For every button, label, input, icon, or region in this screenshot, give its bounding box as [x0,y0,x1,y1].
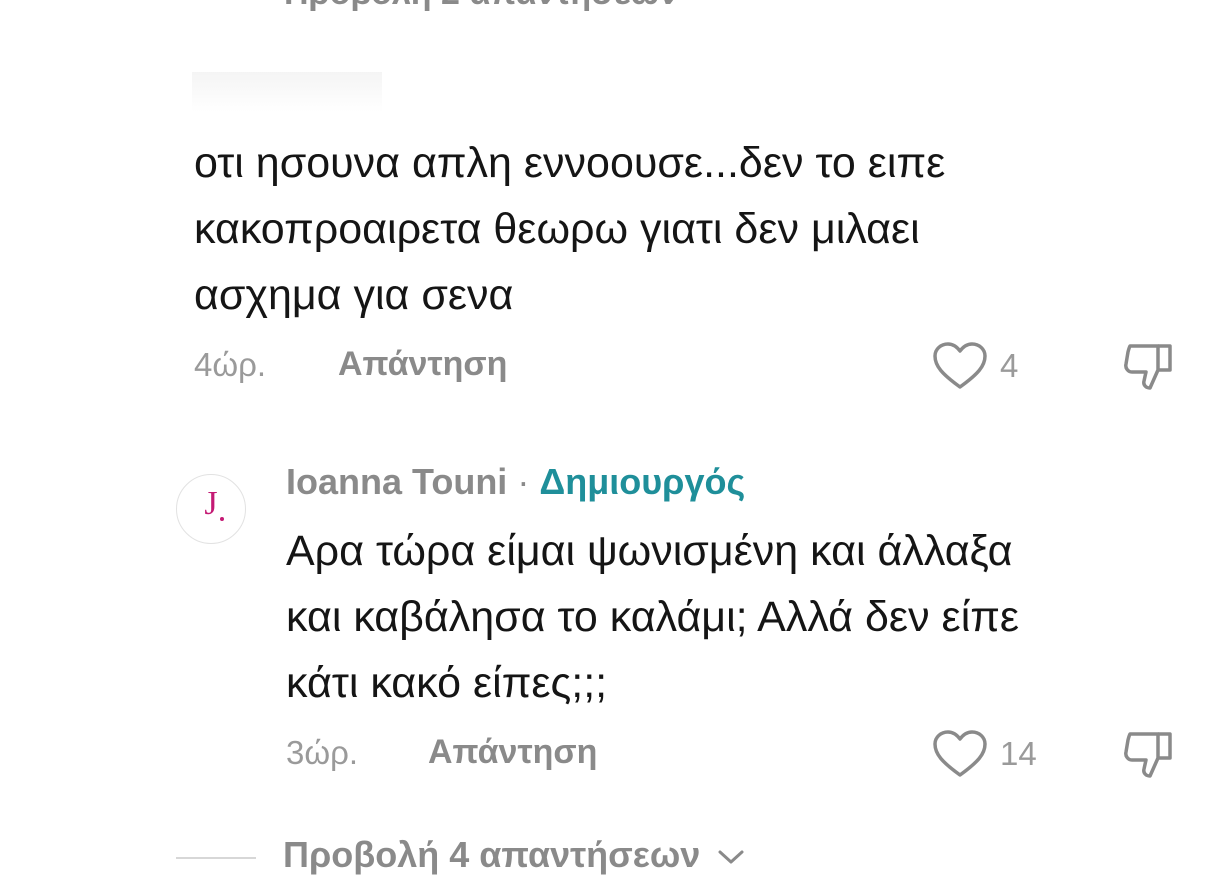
replies-divider [176,857,256,859]
comment-2-line: Αρα τώρα είμαι ψωνισμένη και άλλαξα [286,527,1013,575]
comment-1-reply-button[interactable]: Απάντηση [338,345,507,384]
thumbs-down-icon[interactable] [1122,728,1176,780]
avatar-letter: J [204,485,218,522]
heart-icon[interactable] [932,729,988,779]
thumbs-down-icon[interactable] [1122,340,1176,392]
comment-2-line: και καβάλησα το καλάμι; Αλλά δεν είπε [286,593,1020,641]
author-separator: · [517,461,530,502]
avatar[interactable]: J [176,474,246,544]
comment-1-text: οτι ησουνα απλη εννοουσε...δεν το ειπε κ… [194,130,945,328]
comment-1-line: ασχημα για σενα [194,271,514,319]
comment-2-author-line: Ioanna Touni · Δημιουργός [286,461,745,503]
comment-1-line: οτι ησουνα απλη εννοουσε...δεν το ειπε [194,139,946,187]
comment-2-author[interactable]: Ioanna Touni [286,461,507,502]
comment-1-time: 4ώρ. [194,346,267,383]
comment-2-text: Αρα τώρα είμαι ψωνισμένη και άλλαξα και … [286,518,1019,716]
view-replies-button[interactable]: Προβολή 4 απαντήσεων [283,834,746,876]
comment-2-reply-button[interactable]: Απάντηση [428,733,597,772]
creator-badge: Δημιουργός [539,461,746,502]
avatar-dot [220,517,224,521]
chevron-down-icon [716,847,746,867]
view-replies-top[interactable]: Προβολή 2 απαντήσεων [284,0,678,13]
comment-2-like-count: 14 [1000,735,1037,772]
view-replies-label: Προβολή 4 απαντήσεων [283,834,701,875]
comment-1-like-count: 4 [1000,347,1019,384]
comment-2-line: κάτι κακό είπες;;; [286,659,608,707]
comment-2-time: 3ώρ. [286,734,359,771]
comment-1-line: κακοπροαιρετα θεωρω γιατι δεν μιλαει [194,205,920,253]
redaction-smudge [192,72,382,112]
heart-icon[interactable] [932,341,988,391]
